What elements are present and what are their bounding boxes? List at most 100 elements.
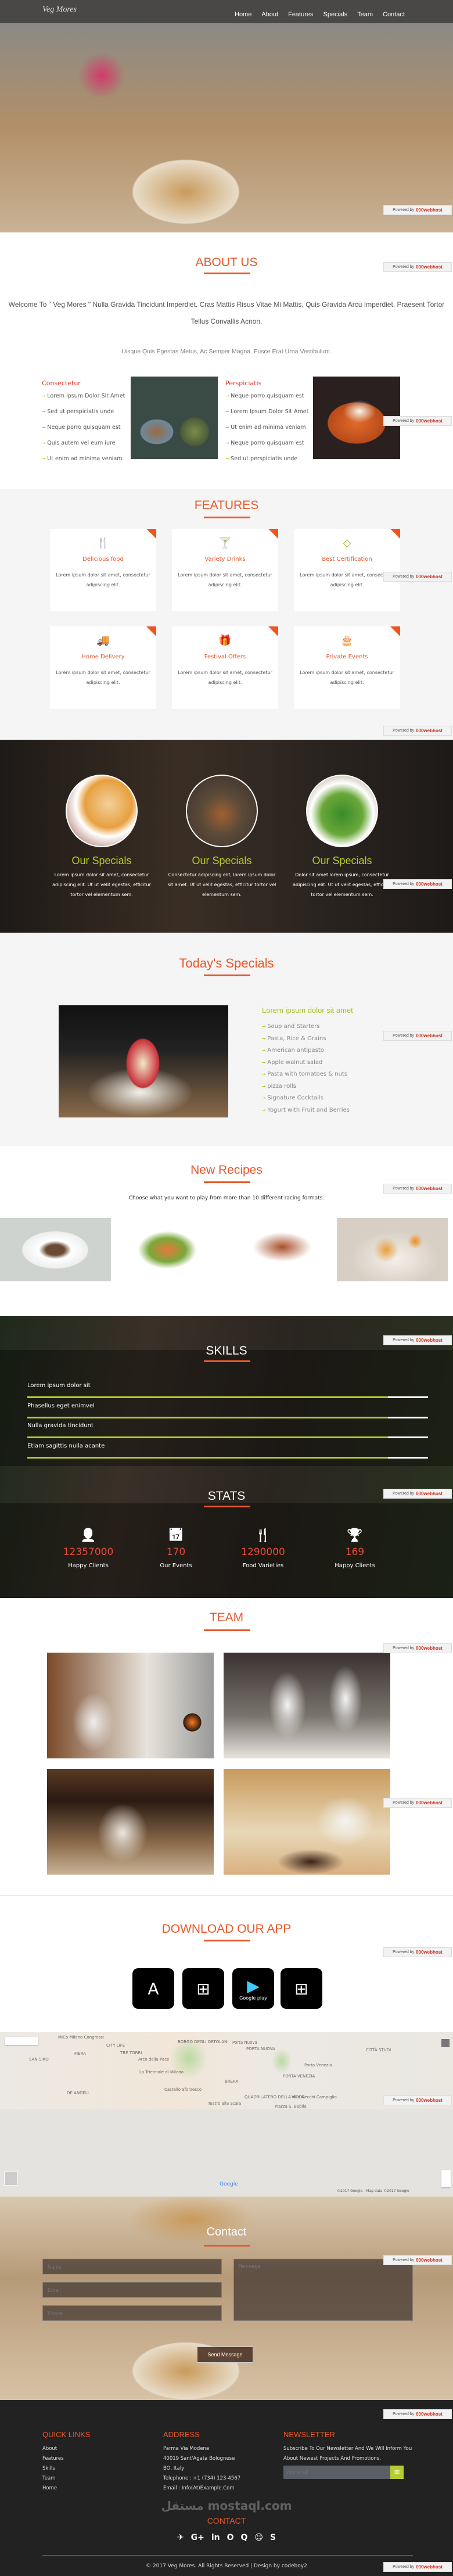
windows-icon: ⊞ xyxy=(196,1979,210,1998)
recipe-image-2[interactable] xyxy=(112,1218,223,1281)
name-input[interactable] xyxy=(42,2259,222,2274)
skills-stats-section: SKILLS Lorem ipsum dolor sit Phasellus eg… xyxy=(0,1316,453,1598)
store-button-windows-store[interactable]: ⊞ xyxy=(281,1968,322,2009)
footer-divider xyxy=(42,2555,413,2556)
nav-link-specials[interactable]: Specials xyxy=(323,11,348,18)
footer-contact-label: CONTACT xyxy=(207,2516,246,2525)
navbar: Veg Mores Home About Features Specials Team C… xyxy=(0,0,453,23)
recipe-image-4[interactable] xyxy=(337,1218,448,1281)
map-label: BRERA xyxy=(225,2079,239,2084)
quora-icon[interactable]: Q xyxy=(241,2533,248,2542)
team-title: TEAM xyxy=(209,1611,244,1624)
contact-title: Contact xyxy=(206,2226,247,2238)
powered-by-badge[interactable]: Powered by 000webhost xyxy=(383,1643,452,1653)
powered-by-badge[interactable]: Powered by 000webhost xyxy=(383,1489,452,1499)
newsletter-title: NEWSLETTER xyxy=(283,2430,335,2439)
recipe-image-1[interactable] xyxy=(0,1218,111,1281)
team-photo-4 xyxy=(224,1769,390,1875)
footer-link-skills[interactable]: Skills xyxy=(42,2466,55,2471)
nav-link-team[interactable]: Team xyxy=(357,11,373,18)
opera-icon[interactable]: O xyxy=(227,2533,234,2542)
powered-by-badge[interactable]: Powered by 000webhost xyxy=(383,1947,452,1957)
telegram-icon[interactable]: ✈ xyxy=(177,2533,184,2542)
stat-value: 12357000 xyxy=(63,1546,114,1558)
map-type-thumbnail[interactable] xyxy=(4,2172,18,2186)
powered-by-badge[interactable]: Powered by 000webhost xyxy=(383,262,452,272)
newsletter-subscribe-button[interactable]: ✉ xyxy=(390,2466,404,2479)
store-button-app-store[interactable]: A xyxy=(132,1968,174,2009)
powered-by-text: Powered by xyxy=(393,2565,415,2569)
powered-by-badge[interactable]: Powered by 000webhost xyxy=(383,2562,452,2572)
newsletter-text: About Newest Projects And Promotions. xyxy=(283,2456,381,2462)
powered-by-badge[interactable]: Powered by 000webhost xyxy=(383,572,452,582)
powered-by-badge[interactable]: Powered by 000webhost xyxy=(383,2095,452,2105)
powered-by-text: Powered by xyxy=(393,575,415,579)
store-button-windows[interactable]: ⊞ xyxy=(182,1968,224,2009)
nav-link-home[interactable]: Home xyxy=(235,11,251,18)
diamond-icon: ◇ xyxy=(343,537,351,549)
stat-label: Happy Clients xyxy=(68,1563,109,1569)
nav-link-contact[interactable]: Contact xyxy=(383,11,405,18)
powered-by-badge[interactable]: Powered by 000webhost xyxy=(383,879,452,889)
about-list-item: Lorem Ipsum Dolor Sit Amet xyxy=(225,409,308,415)
skill-label: Nulla gravida tincidunt xyxy=(27,1423,94,1429)
map-zoom-control[interactable] xyxy=(441,2170,451,2187)
footer-link-features[interactable]: Features xyxy=(42,2456,64,2462)
footer-link-about[interactable]: About xyxy=(42,2446,57,2452)
stat-label: Food Varieties xyxy=(242,1563,284,1569)
store-button-google-play[interactable]: ▶ Google play xyxy=(232,1968,274,2009)
powered-by-badge[interactable]: Powered by 000webhost xyxy=(383,2255,452,2265)
newsletter-email-input[interactable] xyxy=(283,2466,391,2479)
recipe-image-3[interactable] xyxy=(224,1218,335,1281)
powered-by-text: Powered by xyxy=(393,1492,415,1496)
feature-title: Best Certification xyxy=(322,556,372,563)
email-input[interactable] xyxy=(42,2282,222,2298)
about-list-item: Neque porro quisquam est xyxy=(42,424,120,431)
newsletter-text: Subscribe To Our Newsletter And We Will … xyxy=(283,2446,412,2452)
nav-link-about[interactable]: About xyxy=(261,11,278,18)
user-icon: 👤 xyxy=(80,1528,96,1543)
about-subtitle: Uisque Quis Egestas Metus, Ac Semper Mag… xyxy=(121,348,332,355)
powered-by-text: Powered by xyxy=(393,1646,415,1650)
powered-by-text: Powered by xyxy=(393,208,415,212)
street-view-pegman-icon[interactable] xyxy=(441,2039,450,2047)
stat-item: 📅 170 Our Events xyxy=(132,1528,220,1569)
phone-input[interactable] xyxy=(42,2305,222,2321)
todays-special-item: Yogurt with Fruit and Berries xyxy=(262,1107,350,1113)
powered-by-badge[interactable]: Powered by 000webhost xyxy=(383,1184,452,1194)
powered-by-badge[interactable]: Powered by 000webhost xyxy=(383,2409,452,2419)
skype-icon[interactable]: S xyxy=(270,2533,276,2542)
about-list-item: Neque porro quisquam est xyxy=(225,440,304,446)
powered-by-badge[interactable]: Powered by 000webhost xyxy=(383,1798,452,1808)
brand-logo[interactable]: Veg Mores xyxy=(42,5,77,15)
calendar-icon: 📅 xyxy=(168,1528,184,1543)
snapchat-icon[interactable]: ☺ xyxy=(254,2533,263,2542)
map-section[interactable]: MiCo Milano Congressi CITY LIFE FIERA TRE T… xyxy=(0,2032,453,2197)
powered-by-text: Powered by xyxy=(393,729,415,733)
map-attribution: ©2017 Google - Map data ©2017 Google xyxy=(337,2189,409,2193)
skill-label: Etiam sagittis nulla acante xyxy=(27,1442,105,1449)
powered-by-badge[interactable]: Powered by 000webhost xyxy=(383,1031,452,1041)
powered-by-badge[interactable]: Powered by 000webhost xyxy=(383,416,452,426)
powered-by-badge[interactable]: Powered by 000webhost xyxy=(383,205,452,215)
feature-card: 🚚 Home Delivery Lorem ipsum dolor sit amet… xyxy=(50,626,156,709)
google-plus-icon[interactable]: G+ xyxy=(191,2533,204,2542)
powered-by-badge[interactable]: Powered by 000webhost xyxy=(383,726,452,736)
map-label: MiCo Milano Congressi xyxy=(58,2035,104,2040)
social-links: ✈ G+ in O Q ☺ S xyxy=(0,2533,453,2542)
footer-link-home[interactable]: Home xyxy=(42,2485,57,2491)
linkedin-icon[interactable]: in xyxy=(211,2533,220,2542)
team-section: TEAM xyxy=(0,1598,453,1896)
powered-by-text: Powered by xyxy=(393,2098,415,2102)
nav-link-features[interactable]: Features xyxy=(288,11,313,18)
todays-special-item: Apple walnut salad xyxy=(262,1059,322,1066)
send-message-button[interactable]: Send Message xyxy=(197,2346,253,2363)
about-column-heading: Perspiciatis xyxy=(225,379,262,387)
about-list-item: Ut enim ad minima veniam xyxy=(42,456,122,462)
footer-link-team[interactable]: Team xyxy=(42,2475,55,2481)
powered-by-badge[interactable]: Powered by 000webhost xyxy=(383,1335,452,1345)
message-textarea[interactable] xyxy=(233,2259,413,2321)
map-view-larger-button[interactable] xyxy=(5,2037,38,2045)
special-title: Our Specials xyxy=(312,855,372,866)
title-underline xyxy=(204,1940,250,1941)
